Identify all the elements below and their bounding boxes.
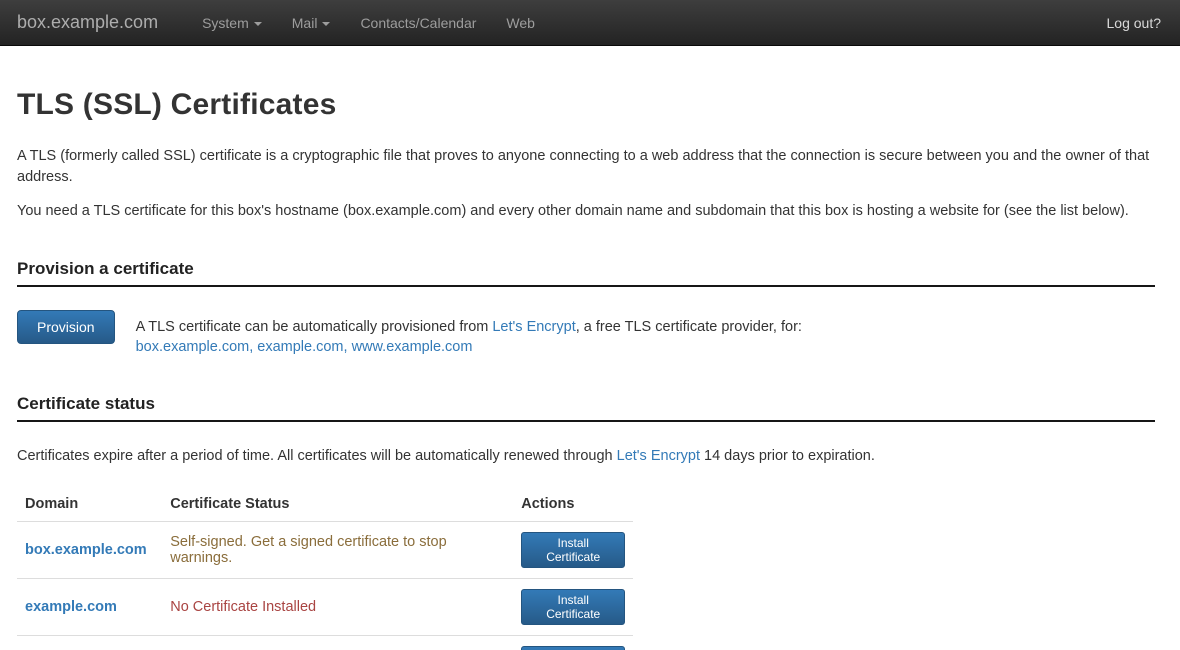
domain-link[interactable]: box.example.com [25,542,147,558]
intro-paragraph-1: A TLS (formerly called SSL) certificate … [17,146,1155,188]
column-header-actions: Actions [513,488,633,522]
provision-description: A TLS certificate can be automatically p… [136,310,802,357]
nav-item-system-label: System [202,15,249,31]
nav-item-web[interactable]: Web [491,1,550,45]
logout-link[interactable]: Log out? [1107,15,1180,31]
provision-row: Provision A TLS certificate can be autom… [17,310,1155,357]
status-text-before: Certificates expire after a period of ti… [17,448,617,464]
column-header-status: Certificate Status [162,488,513,522]
install-certificate-button[interactable]: Install Certificate [521,589,625,625]
nav-item-mail-label: Mail [292,15,318,31]
status-text-after: 14 days prior to expiration. [700,448,875,464]
main-content: TLS (SSL) Certificates A TLS (formerly c… [0,88,1180,650]
certificate-status-text: No Certificate Installed [162,636,513,650]
nav-item-system[interactable]: System [187,1,277,45]
chevron-down-icon [322,22,330,26]
table-header-row: Domain Certificate Status Actions [17,488,633,522]
table-row: example.com No Certificate Installed Ins… [17,579,633,636]
provision-description-line1: A TLS certificate can be automatically p… [136,317,802,337]
domain-link[interactable]: example.com [25,599,117,615]
install-certificate-button[interactable]: Install Certificate [521,646,625,650]
navbar-brand[interactable]: box.example.com [0,12,173,33]
intro-paragraph-2: You need a TLS certificate for this box'… [17,201,1155,222]
table-row: www.example.com No Certificate Installed… [17,636,633,650]
provision-text-before: A TLS certificate can be automatically p… [136,319,493,335]
lets-encrypt-link[interactable]: Let's Encrypt [492,319,575,335]
status-section-heading: Certificate status [17,394,1155,422]
table-row: box.example.com Self-signed. Get a signe… [17,522,633,579]
top-navbar: box.example.com System Mail Contacts/Cal… [0,0,1180,46]
provision-button[interactable]: Provision [17,310,115,344]
certificate-status-text: Self-signed. Get a signed certificate to… [162,522,513,579]
column-header-domain: Domain [17,488,162,522]
certificate-table: Domain Certificate Status Actions box.ex… [17,488,633,650]
provision-text-after: , a free TLS certificate provider, for: [576,319,802,335]
nav-item-mail[interactable]: Mail [277,1,346,45]
nav-item-contacts-calendar[interactable]: Contacts/Calendar [345,1,491,45]
provision-section-heading: Provision a certificate [17,259,1155,287]
status-note: Certificates expire after a period of ti… [17,448,1155,464]
certificate-status-text: No Certificate Installed [162,579,513,636]
provision-domains-links[interactable]: box.example.com, example.com, www.exampl… [136,337,802,357]
page-title: TLS (SSL) Certificates [17,88,1155,122]
lets-encrypt-link[interactable]: Let's Encrypt [617,448,700,464]
navbar-menu: System Mail Contacts/Calendar Web [187,1,550,45]
install-certificate-button[interactable]: Install Certificate [521,532,625,568]
chevron-down-icon [254,22,262,26]
